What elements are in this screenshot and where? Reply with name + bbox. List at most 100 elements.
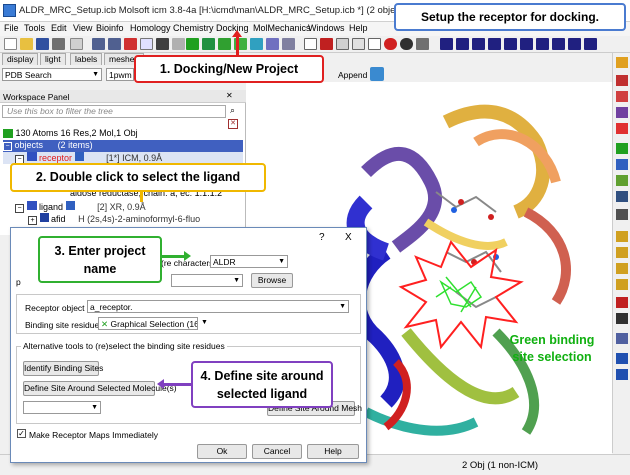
info-icon[interactable]: [616, 333, 628, 344]
new-file-icon[interactable]: [4, 38, 17, 50]
sphere-icon[interactable]: [384, 38, 397, 50]
select-range-icon[interactable]: [218, 38, 231, 50]
ribbon-icon[interactable]: [616, 175, 628, 186]
project-dir-input[interactable]: ▼: [171, 274, 243, 287]
search-icon[interactable]: ⌕: [230, 105, 235, 116]
eye-icon[interactable]: [65, 201, 75, 210]
tab-light[interactable]: light: [40, 53, 66, 65]
refresh-icon[interactable]: [370, 67, 384, 81]
undo-icon[interactable]: [92, 38, 105, 50]
project-name-input[interactable]: ALDR ▼: [210, 255, 288, 268]
chemistry-icon[interactable]: [156, 38, 169, 50]
help-button[interactable]: Help: [307, 444, 359, 459]
redo-icon[interactable]: [108, 38, 121, 50]
select-atom-icon[interactable]: [282, 38, 295, 50]
tree-filter-input[interactable]: Use this box to filter the tree: [2, 105, 226, 118]
make-maps-checkbox[interactable]: ✓: [17, 429, 26, 438]
ruler-icon-1[interactable]: [616, 231, 628, 242]
mesh-select[interactable]: ▼: [23, 401, 101, 414]
define-site-molecule-button[interactable]: Define Site Around Selected Molecule(s): [23, 381, 177, 396]
as-label-icon[interactable]: [616, 209, 628, 220]
color-icon[interactable]: [616, 143, 628, 154]
align-icon-4[interactable]: [488, 38, 501, 50]
translate-icon[interactable]: [616, 91, 628, 102]
text-a-icon[interactable]: [368, 38, 381, 50]
select-icon[interactable]: [186, 38, 199, 50]
append-label[interactable]: Append: [338, 70, 367, 80]
menu-windows[interactable]: Windows: [308, 23, 345, 33]
tree-afid-row[interactable]: + afid H (2s,4s)-2-aminoformyl-6-fluo: [28, 213, 200, 225]
surface-icon[interactable]: [616, 191, 628, 202]
tree-ligand-row[interactable]: − ligand [2] XR, 0.9Å: [15, 201, 146, 213]
tree-objects-row[interactable]: − objects (2 items): [3, 140, 243, 152]
receptor-info: [1*] ICM, 0.9Å: [106, 153, 163, 163]
ok-button[interactable]: Ok: [197, 444, 247, 459]
align-icon-6[interactable]: [520, 38, 533, 50]
close-icon[interactable]: ✕: [226, 91, 233, 100]
pdb-icon[interactable]: [140, 38, 153, 50]
receptor-object-select[interactable]: a_receptor. ▼: [87, 300, 349, 313]
clear-filter-icon[interactable]: ✕: [228, 119, 238, 129]
pin-icon-2[interactable]: [616, 369, 628, 380]
menu-view[interactable]: View: [73, 23, 92, 33]
tab-labels[interactable]: labels: [70, 53, 103, 65]
tools-icon[interactable]: [416, 38, 429, 50]
save-icon[interactable]: [36, 38, 49, 50]
open-folder-icon[interactable]: [20, 38, 33, 50]
menu-homology[interactable]: Homology: [130, 23, 171, 33]
center-icon[interactable]: [616, 123, 628, 134]
align-icon-7[interactable]: [536, 38, 549, 50]
eye-icon[interactable]: [74, 152, 84, 161]
menu-file[interactable]: File: [4, 23, 19, 33]
pdb-id-input[interactable]: 1pwm: [106, 68, 134, 81]
box-icon[interactable]: [352, 38, 365, 50]
browse-button[interactable]: Browse: [251, 273, 293, 288]
select-object-icon[interactable]: [250, 38, 263, 50]
dark-sphere-icon[interactable]: [400, 38, 413, 50]
align-icon-2[interactable]: [456, 38, 469, 50]
collapse-icon[interactable]: −: [3, 142, 12, 151]
identify-binding-sites-button[interactable]: Identify Binding Sites: [23, 361, 103, 376]
align-icon-1[interactable]: [440, 38, 453, 50]
align-icon-3[interactable]: [472, 38, 485, 50]
menu-edit[interactable]: Edit: [51, 23, 67, 33]
menu-molmechanics[interactable]: MolMechanics: [253, 23, 311, 33]
menu-chemistry[interactable]: Chemistry: [173, 23, 214, 33]
tool-icon[interactable]: [172, 38, 185, 50]
collapse-icon[interactable]: −: [15, 204, 24, 213]
ruler-icon-2[interactable]: [616, 247, 628, 258]
align-icon-9[interactable]: [568, 38, 581, 50]
arrow-enter: [162, 255, 184, 258]
print-icon[interactable]: [52, 38, 65, 50]
align-icon-10[interactable]: [584, 38, 597, 50]
select-chain-icon[interactable]: [266, 38, 279, 50]
zoom-icon[interactable]: [616, 107, 628, 118]
grid-icon[interactable]: [336, 38, 349, 50]
menu-bioinfo[interactable]: Bioinfo: [96, 23, 124, 33]
ruler-icon-4[interactable]: [616, 279, 628, 290]
marker-icon[interactable]: [616, 297, 628, 308]
delete-icon[interactable]: [124, 38, 137, 50]
tab-display[interactable]: display: [2, 53, 39, 65]
close-icon[interactable]: X: [345, 232, 352, 243]
rotate-icon[interactable]: [616, 75, 628, 86]
bar-icon[interactable]: [616, 313, 628, 324]
fog-icon[interactable]: [304, 38, 317, 50]
align-icon-8[interactable]: [552, 38, 565, 50]
chevron-down-icon[interactable]: ▼: [201, 319, 208, 326]
ruler-icon-3[interactable]: [616, 263, 628, 274]
cancel-button[interactable]: Cancel: [252, 444, 302, 459]
binding-residues-select[interactable]: ✕ Graphical Selection (16 res): [98, 317, 198, 330]
stereo-icon[interactable]: [320, 38, 333, 50]
menu-help[interactable]: Help: [349, 23, 368, 33]
display-icon[interactable]: [616, 159, 628, 170]
help-icon[interactable]: ?: [319, 232, 325, 243]
select-residue-icon[interactable]: [202, 38, 215, 50]
align-icon-5[interactable]: [504, 38, 517, 50]
cut-icon[interactable]: [70, 38, 83, 50]
pin-icon-1[interactable]: [616, 353, 628, 364]
pdb-search-combo[interactable]: PDB Search ▼: [2, 68, 102, 81]
expand-icon[interactable]: +: [28, 216, 37, 225]
gear-icon[interactable]: [616, 57, 628, 68]
menu-tools[interactable]: Tools: [24, 23, 45, 33]
